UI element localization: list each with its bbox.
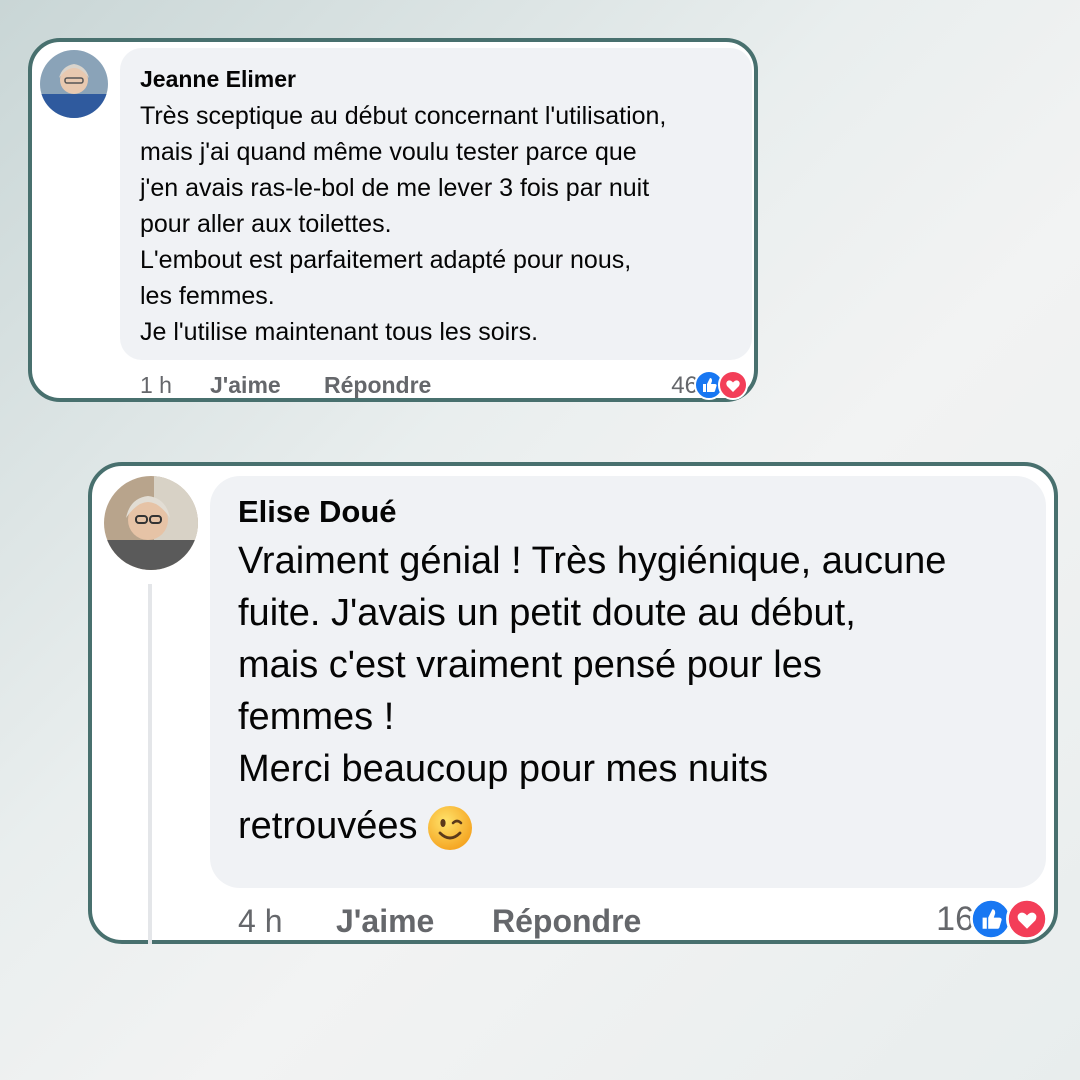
comment-text-line: fuite. J'avais un petit doute au début, [238, 592, 856, 634]
reply-button[interactable]: Répondre [324, 372, 431, 399]
comment-text-line: Vraiment génial ! Très hygiénique, aucun… [238, 540, 947, 582]
comment-text-line: j'en avais ras-le-bol de me lever 3 fois… [140, 174, 650, 202]
love-icon [718, 370, 748, 400]
like-button[interactable]: J'aime [210, 372, 281, 399]
thread-line [148, 584, 152, 944]
comment-text-line: pour aller aux toilettes. [140, 210, 392, 238]
comment-text-line: mais c'est vraiment pensé pour les [238, 644, 822, 686]
comment-card: Elise Doué Vraiment génial ! Très hygién… [88, 462, 1058, 944]
love-icon [1006, 898, 1048, 940]
comment-author[interactable]: Jeanne Elimer [140, 66, 296, 93]
comment-card: Jeanne Elimer Très sceptique au début co… [28, 38, 758, 402]
comment-text-line: L'embout est parfaitemert adapté pour no… [140, 246, 632, 274]
comment-text-line: les femmes. [140, 282, 275, 310]
avatar[interactable] [40, 50, 108, 118]
winking-face-emoji [426, 804, 474, 852]
avatar[interactable] [104, 476, 198, 570]
comment-text-line-last: retrouvées [238, 804, 474, 852]
comment-text-line: Je l'utilise maintenant tous les soirs. [140, 318, 539, 346]
reply-button[interactable]: Répondre [492, 903, 641, 940]
comment-text-line: Très sceptique au début concernant l'uti… [140, 102, 667, 130]
like-button[interactable]: J'aime [336, 903, 434, 940]
comment-text-line: Merci beaucoup pour mes nuits [238, 748, 769, 790]
reaction-count[interactable]: 16 [936, 900, 974, 939]
comment-bubble [120, 48, 752, 360]
comment-author[interactable]: Elise Doué [238, 494, 397, 530]
comment-timestamp[interactable]: 1 h [140, 372, 172, 399]
comment-text-line: mais j'ai quand même voulu tester parce … [140, 138, 637, 166]
comment-text-line: femmes ! [238, 696, 395, 738]
comment-timestamp[interactable]: 4 h [238, 903, 282, 940]
comment-text-fragment: retrouvées [238, 805, 418, 848]
